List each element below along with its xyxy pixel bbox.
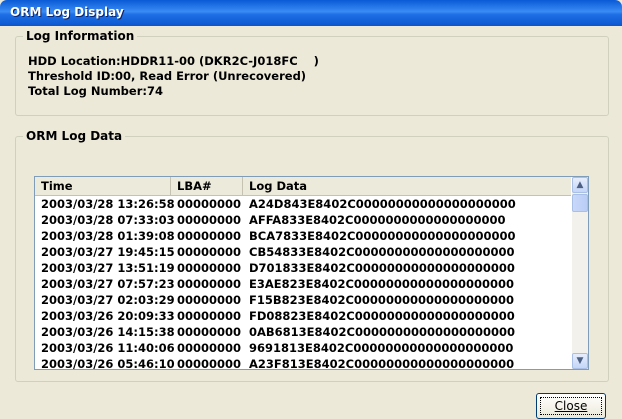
cell-log-data: 0AB6813E8402C00000000000000000000 [249,325,516,339]
list-header: Time LBA# Log Data [35,177,571,196]
cell-log-data: 9691813E8402C00000000000000000000 [249,341,514,355]
cell-lba: 00000000 [177,325,242,339]
cell-log-data: A24D843E8402C00000000000000000000 [249,197,516,211]
cell-lba: 00000000 [177,309,242,323]
cell-log-data: E3AE823E8402C00000000000000000000 [249,277,514,291]
close-button-label: Close [554,399,588,413]
table-row[interactable]: 2003/03/27 02:03:29 00000000 F15B823E8402C… [35,292,571,308]
cell-log-data: D701833E8402C00000000000000000000 [249,261,515,275]
cell-time: 2003/03/28 07:33:03 [41,213,175,227]
table-row[interactable]: 2003/03/26 20:09:33 00000000 FD08823E8402C… [35,308,571,324]
column-header-log-data[interactable]: Log Data [243,177,571,195]
log-information-label: Log Information [23,29,138,43]
table-row[interactable]: 2003/03/28 13:26:58 00000000 A24D843E8402C… [35,196,571,212]
cell-time: 2003/03/28 13:26:58 [41,197,175,211]
cell-log-data: CB54833E8402C00000000000000000000 [249,245,515,259]
cell-lba: 00000000 [177,245,242,259]
cell-time: 2003/03/27 07:57:23 [41,277,175,291]
cell-lba: 00000000 [177,341,242,355]
log-list[interactable]: Time LBA# Log Data 2003/03/28 13:26:58 00… [34,176,589,370]
cell-lba: 00000000 [177,261,242,275]
threshold-text: Threshold ID:00, Read Error (Unrecovered… [28,69,307,83]
orm-log-display-window: ORM Log Display Log Information HDD Loca… [0,0,622,419]
table-row[interactable]: 2003/03/28 01:39:08 00000000 BCA7833E8402C… [35,228,571,244]
table-row[interactable]: 2003/03/27 13:51:19 00000000 D701833E8402C… [35,260,571,276]
cell-log-data: F15B823E8402C00000000000000000000 [249,293,514,307]
cell-lba: 00000000 [177,213,242,227]
table-row[interactable]: 2003/03/27 07:57:23 00000000 E3AE823E8402C… [35,276,571,292]
scrollbar-thumb[interactable] [572,194,588,212]
cell-time: 2003/03/27 19:45:15 [41,245,175,259]
scroll-down-arrow-icon[interactable]: ▼ [572,353,588,369]
cell-time: 2003/03/26 05:46:10 [41,357,175,370]
column-header-time[interactable]: Time [35,177,171,195]
cell-log-data: AFFA833E8402C0000000000000000000 [249,213,506,227]
table-row[interactable]: 2003/03/26 05:46:10 00000000 A23F813E8402C… [35,356,571,370]
cell-lba: 00000000 [177,277,242,291]
table-row[interactable]: 2003/03/26 11:40:06 00000000 9691813E8402C… [35,340,571,356]
total-log-number-text: Total Log Number:74 [28,84,163,98]
hdd-location-text: HDD Location:HDDR11-00 (DKR2C-J018FC ) [28,54,319,68]
column-header-lba[interactable]: LBA# [171,177,243,195]
scroll-up-arrow-icon[interactable]: ▲ [572,177,588,193]
cell-log-data: A23F813E8402C00000000000000000000 [249,357,515,370]
cell-lba: 00000000 [177,229,242,243]
table-row[interactable]: 2003/03/28 07:33:03 00000000 AFFA833E8402C… [35,212,571,228]
cell-time: 2003/03/26 11:40:06 [41,341,175,355]
table-row[interactable]: 2003/03/26 14:15:38 00000000 0AB6813E8402C… [35,324,571,340]
cell-time: 2003/03/27 02:03:29 [41,293,175,307]
cell-time: 2003/03/27 13:51:19 [41,261,175,275]
log-information-group: Log Information HDD Location:HDDR11-00 (… [15,29,609,116]
cell-lba: 00000000 [177,293,242,307]
vertical-scrollbar[interactable]: ▲ ▼ [572,177,588,369]
cell-log-data: FD08823E8402C00000000000000000000 [249,309,515,323]
cell-time: 2003/03/26 20:09:33 [41,309,175,323]
client-area: Log Information HDD Location:HDDR11-00 (… [3,26,619,419]
window-title: ORM Log Display [10,5,124,19]
cell-log-data: BCA7833E8402C00000000000000000000 [249,229,516,243]
cell-time: 2003/03/28 01:39:08 [41,229,175,243]
orm-log-data-label: ORM Log Data [23,129,126,143]
cell-lba: 00000000 [177,197,242,211]
cell-lba: 00000000 [177,357,242,370]
close-button[interactable]: Close [536,393,606,419]
list-rows: 2003/03/28 13:26:58 00000000 A24D843E8402C… [35,196,571,370]
cell-time: 2003/03/26 14:15:38 [41,325,175,339]
table-row[interactable]: 2003/03/27 19:45:15 00000000 CB54833E8402C… [35,244,571,260]
title-bar[interactable]: ORM Log Display [0,0,622,26]
